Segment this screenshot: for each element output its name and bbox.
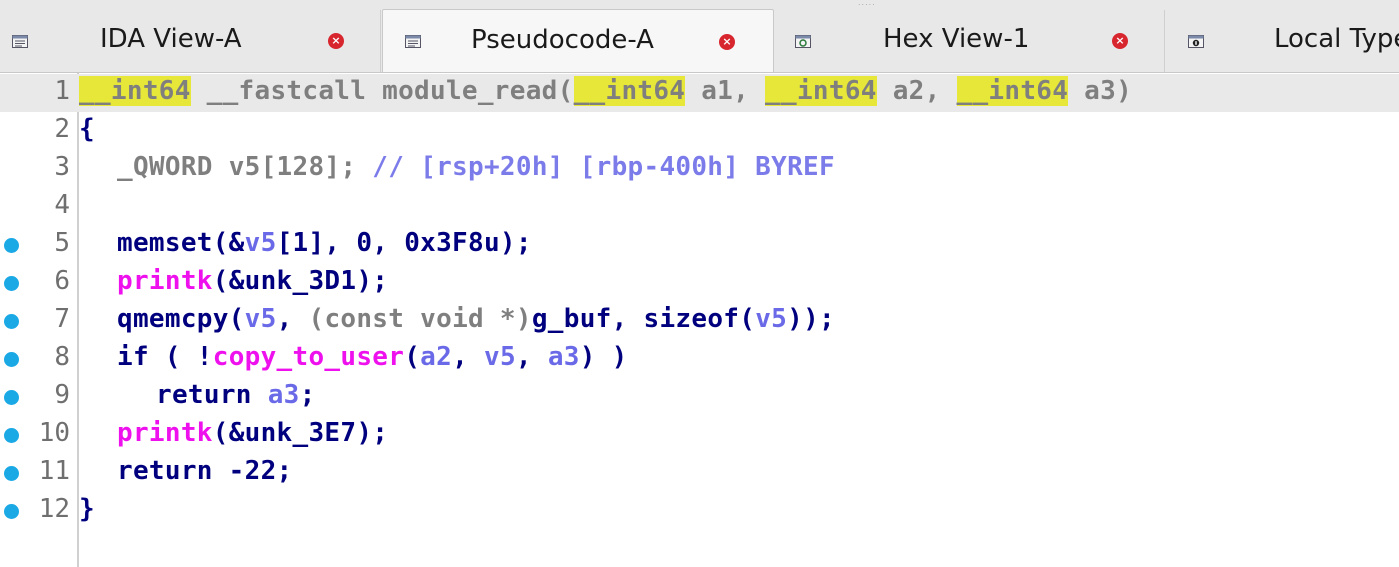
line-number: 3	[54, 152, 70, 182]
code-text[interactable]: printk(&unk_3E7);	[117, 418, 388, 448]
var-a2[interactable]: a2	[420, 342, 452, 372]
code-line-12[interactable]: 12 }	[0, 492, 1399, 530]
gbuf-sizeof[interactable]: g_buf, sizeof(	[532, 304, 755, 334]
printk-call[interactable]: printk	[117, 418, 213, 448]
hex-view-icon	[795, 35, 811, 48]
tab-hex-view-1[interactable]: Hex View-1 ×	[775, 10, 1165, 72]
param-type-token[interactable]: __int64	[573, 76, 686, 106]
breakpoint-dot[interactable]	[4, 238, 19, 253]
close-icon[interactable]: ×	[1112, 33, 1128, 49]
var-v5[interactable]: v5	[245, 228, 277, 258]
comment-text: // [rsp+20h] [rbp-400h] BYREF	[372, 152, 835, 182]
line-number: 11	[38, 456, 70, 486]
tab-label: IDA View-A	[100, 24, 242, 54]
splitter-grip[interactable]: .....	[858, 0, 882, 7]
return-keyword[interactable]: return	[156, 380, 268, 410]
paren: (	[404, 342, 421, 372]
memset-args[interactable]: [1], 0, 0x3F8u);	[277, 228, 532, 258]
tab-label: Hex View-1	[883, 24, 1030, 54]
line-number: 2	[54, 114, 70, 144]
param-type-token[interactable]: __int64	[956, 76, 1069, 106]
breakpoint-dot[interactable]	[4, 428, 19, 443]
param-a1[interactable]: a1,	[685, 76, 765, 106]
code-line-6[interactable]: 6 printk(&unk_3D1);	[0, 264, 1399, 302]
code-line-8[interactable]: 8 if ( !copy_to_user(a2, v5, a3) )	[0, 340, 1399, 378]
separator: ,	[452, 342, 484, 372]
code-line-10[interactable]: 10 printk(&unk_3E7);	[0, 416, 1399, 454]
separator: ,	[515, 342, 548, 372]
code-text[interactable]: {	[79, 114, 95, 144]
code-text[interactable]: _QWORD v5[128]; // [rsp+20h] [rbp-400h] …	[117, 152, 835, 182]
tab-label: Pseudocode-A	[471, 25, 654, 55]
tab-pseudocode-a[interactable]: Pseudocode-A ×	[382, 9, 774, 72]
tab-ida-view-a[interactable]: IDA View-A ×	[0, 10, 381, 72]
code-line-3[interactable]: 3 _QWORD v5[128]; // [rsp+20h] [rbp-400h…	[0, 150, 1399, 188]
var-declaration[interactable]: v5[128];	[213, 152, 373, 182]
breakpoint-dot[interactable]	[4, 352, 19, 367]
code-text[interactable]: }	[79, 494, 95, 524]
line-number: 1	[54, 76, 70, 106]
line-number: 5	[54, 228, 70, 258]
printk-call[interactable]: printk	[117, 266, 213, 296]
function-signature[interactable]: __fastcall module_read(	[191, 76, 574, 106]
semicolon: ;	[299, 380, 316, 410]
breakpoint-dot[interactable]	[4, 390, 19, 405]
var-a3[interactable]: a3	[268, 380, 300, 410]
code-text[interactable]: if ( !copy_to_user(a2, v5, a3) )	[117, 342, 628, 372]
closing-parens: ) )	[579, 342, 628, 372]
memset-call[interactable]: memset(&	[117, 228, 245, 258]
printk-args[interactable]: (&unk_3D1);	[213, 266, 389, 296]
code-line-9[interactable]: 9 return a3;	[0, 378, 1399, 416]
separator: ,	[276, 304, 309, 334]
code-line-5[interactable]: 5 memset(&v5[1], 0, 0x3F8u);	[0, 226, 1399, 264]
breakpoint-dot[interactable]	[4, 314, 19, 329]
code-text[interactable]: qmemcpy(v5, (const void *)g_buf, sizeof(…	[117, 304, 835, 334]
close-icon[interactable]: ×	[719, 34, 735, 50]
code-line-4[interactable]: 4	[0, 188, 1399, 226]
var-v5[interactable]: v5	[484, 342, 516, 372]
tab-label: Local Types	[1274, 24, 1399, 54]
code-text[interactable]: __int64 __fastcall module_read(__int64 a…	[79, 76, 1132, 106]
printk-args[interactable]: (&unk_3E7);	[213, 418, 389, 448]
code-text[interactable]: return -22;	[117, 456, 293, 486]
copy-to-user-call[interactable]: copy_to_user	[213, 342, 404, 372]
code-line-11[interactable]: 11 return -22;	[0, 454, 1399, 492]
tab-bar: ..... IDA View-A × Pseudocode-A × Hex Vi…	[0, 0, 1399, 73]
breakpoint-dot[interactable]	[4, 504, 19, 519]
param-a3[interactable]: a3)	[1068, 76, 1132, 106]
code-text[interactable]: return a3;	[156, 380, 316, 410]
line-number: 8	[54, 342, 70, 372]
var-v5[interactable]: v5	[755, 304, 787, 334]
return-type-token[interactable]: __int64	[79, 76, 191, 106]
line-number: 7	[54, 304, 70, 334]
tab-local-types[interactable]: Local Types	[1166, 10, 1399, 72]
breakpoint-dot[interactable]	[4, 276, 19, 291]
line-number: 10	[38, 418, 70, 448]
var-v5[interactable]: v5	[245, 304, 277, 334]
line-number: 12	[38, 494, 70, 524]
close-icon[interactable]: ×	[328, 33, 344, 49]
code-line-1[interactable]: 1 __int64 __fastcall module_read(__int64…	[0, 74, 1399, 112]
breakpoint-dot[interactable]	[4, 466, 19, 481]
code-text[interactable]: printk(&unk_3D1);	[117, 266, 388, 296]
pseudocode-editor[interactable]: 1 __int64 __fastcall module_read(__int64…	[0, 73, 1399, 567]
line-number: 6	[54, 266, 70, 296]
qmemcpy-call[interactable]: qmemcpy(	[117, 304, 245, 334]
line-number: 4	[54, 190, 70, 220]
var-a3[interactable]: a3	[548, 342, 580, 372]
code-line-7[interactable]: 7 qmemcpy(v5, (const void *)g_buf, sizeo…	[0, 302, 1399, 340]
disassembly-view-icon	[12, 35, 28, 48]
closing-parens: ));	[787, 304, 835, 334]
line-number: 9	[54, 380, 70, 410]
param-type-token[interactable]: __int64	[765, 76, 877, 106]
local-types-icon	[1188, 35, 1204, 48]
code-text[interactable]: memset(&v5[1], 0, 0x3F8u);	[117, 228, 532, 258]
param-a2[interactable]: a2,	[877, 76, 957, 106]
pseudocode-view-icon	[405, 35, 421, 48]
if-keyword[interactable]: if ( !	[117, 342, 213, 372]
type-token[interactable]: _QWORD	[117, 152, 213, 182]
cast-token[interactable]: (const void *)	[308, 304, 531, 334]
code-line-2[interactable]: 2 {	[0, 112, 1399, 150]
